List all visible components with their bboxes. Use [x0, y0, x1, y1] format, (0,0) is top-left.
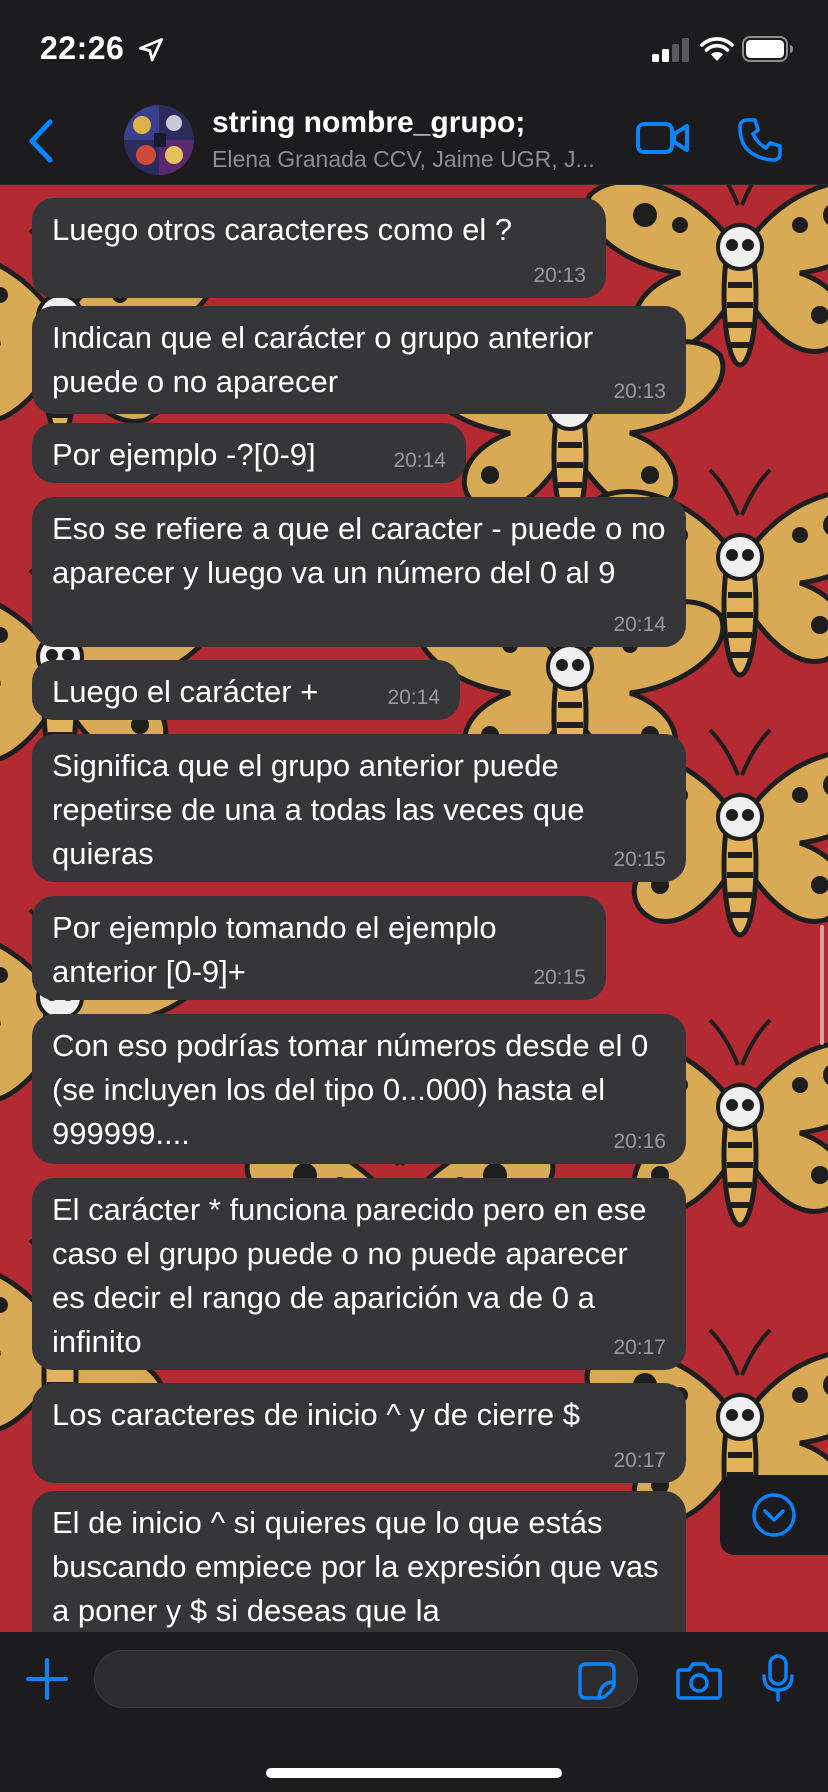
- message-time: 20:14: [387, 686, 440, 709]
- message-time: 20:13: [613, 380, 666, 403]
- status-time: 22:26: [40, 30, 125, 66]
- plus-icon[interactable]: [26, 1658, 68, 1700]
- message-text: El carácter * funciona parecido pero en …: [52, 1192, 647, 1359]
- message-time: 20:15: [533, 966, 586, 989]
- scroll-indicator[interactable]: [820, 925, 824, 1045]
- message-time: 20:13: [533, 264, 586, 287]
- scroll-down-button[interactable]: [720, 1475, 828, 1555]
- message-bubble[interactable]: Por ejemplo tomando el ejemplo anterior …: [32, 896, 606, 1000]
- group-title[interactable]: string nombre_grupo;: [212, 106, 525, 140]
- group-avatar[interactable]: [124, 105, 194, 175]
- message-text: Por ejemplo tomando el ejemplo anterior …: [52, 910, 497, 989]
- message-bubble[interactable]: Eso se refiere a que el caracter - puede…: [32, 497, 686, 647]
- battery-icon: [742, 36, 793, 62]
- message-bubble[interactable]: Con eso podrías tomar números desde el 0…: [32, 1014, 686, 1164]
- message-text: Los caracteres de inicio ^ y de cierre $: [52, 1397, 581, 1432]
- message-time: 20:16: [613, 1130, 666, 1153]
- video-camera-icon[interactable]: [636, 118, 690, 158]
- camera-icon[interactable]: [676, 1660, 722, 1700]
- location-arrow-icon: [139, 38, 163, 62]
- message-bubble[interactable]: Indican que el carácter o grupo anterior…: [32, 306, 686, 414]
- message-bubble[interactable]: Los caracteres de inicio ^ y de cierre $…: [32, 1383, 686, 1483]
- message-text: Luego otros caracteres como el ?: [52, 212, 513, 247]
- message-time: 20:14: [393, 449, 446, 472]
- message-text: Significa que el grupo anterior puede re…: [52, 748, 585, 871]
- message-bubble[interactable]: El carácter * funciona parecido pero en …: [32, 1178, 686, 1370]
- chat-header: string nombre_grupo; Elena Granada CCV, …: [0, 96, 828, 185]
- message-text: Con eso podrías tomar números desde el 0…: [52, 1028, 649, 1151]
- message-bubble[interactable]: Por ejemplo -?[0-9] 20:14: [32, 423, 466, 483]
- message-time: 20:15: [613, 848, 666, 871]
- home-indicator: [266, 1768, 562, 1778]
- signal-icon: [652, 38, 689, 62]
- microphone-icon[interactable]: [762, 1654, 794, 1702]
- message-time: 20:14: [613, 613, 666, 636]
- message-text: Eso se refiere a que el caracter - puede…: [52, 511, 666, 590]
- back-chevron-icon[interactable]: [22, 116, 62, 166]
- status-bar: 22:26: [0, 0, 828, 96]
- message-time: 20:17: [613, 1449, 666, 1472]
- sticker-icon[interactable]: [578, 1662, 616, 1700]
- wifi-icon: [700, 37, 734, 61]
- message-input[interactable]: [94, 1650, 638, 1708]
- group-members[interactable]: Elena Granada CCV, Jaime UGR, J...: [212, 146, 622, 173]
- message-text: Por ejemplo -?[0-9]: [52, 437, 316, 472]
- message-bubble[interactable]: El de inicio ^ si quieres que lo que est…: [32, 1491, 686, 1632]
- phone-icon[interactable]: [736, 116, 784, 164]
- message-bubble[interactable]: Luego otros caracteres como el ? 20:13: [32, 198, 606, 298]
- composer-bar: [0, 1632, 828, 1792]
- message-text: El de inicio ^ si quieres que lo que est…: [52, 1505, 659, 1628]
- message-time: 20:17: [613, 1336, 666, 1359]
- chevron-down-circle-icon: [752, 1493, 796, 1537]
- message-text: Indican que el carácter o grupo anterior…: [52, 320, 594, 399]
- chat-area[interactable]: Luego otros caracteres como el ? 20:13 I…: [0, 185, 828, 1632]
- message-bubble[interactable]: Significa que el grupo anterior puede re…: [32, 734, 686, 882]
- message-bubble[interactable]: Luego el carácter + 20:14: [32, 660, 460, 720]
- message-text: Luego el carácter +: [52, 674, 319, 709]
